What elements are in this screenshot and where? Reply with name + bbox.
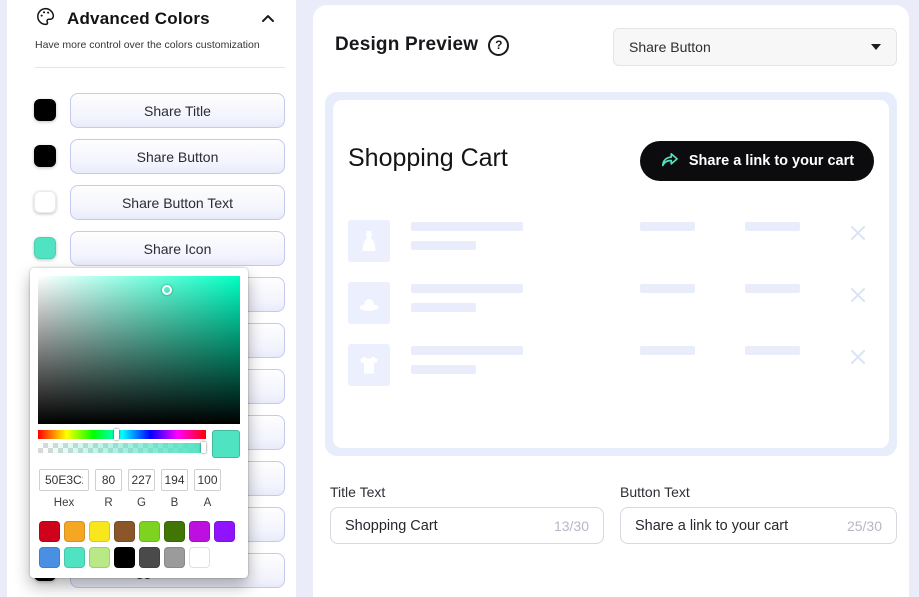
share-button-label: Share a link to your cart (688, 153, 855, 169)
hex-input[interactable] (39, 469, 89, 491)
remove-item-icon[interactable] (845, 282, 871, 308)
skeleton-bar (640, 284, 695, 293)
preset-color-swatch[interactable] (64, 547, 85, 568)
caret-down-icon (871, 44, 881, 50)
red-label: R (104, 497, 113, 509)
preset-color-swatch[interactable] (164, 547, 185, 568)
preset-color-swatch[interactable] (164, 521, 185, 542)
preset-color-swatch[interactable] (139, 521, 160, 542)
current-color-swatch (212, 430, 240, 458)
cart-item-row (333, 282, 889, 324)
cart-item-row (333, 220, 889, 262)
hue-slider-handle[interactable] (113, 429, 119, 440)
title-char-counter: 13/30 (553, 517, 589, 534)
skeleton-bar (411, 284, 523, 293)
palette-icon (35, 6, 56, 32)
hat-icon (348, 282, 390, 324)
alpha-label: A (203, 497, 212, 509)
preset-color-swatch[interactable] (114, 521, 135, 542)
divider (35, 67, 285, 68)
color-row-share-title: Share Title (7, 93, 296, 128)
share-title-button[interactable]: Share Title (70, 93, 285, 128)
skeleton-bar (411, 241, 476, 250)
title-text-field: 13/30 (330, 507, 604, 544)
design-preview-panel: Design Preview ? Share Button Shopping C… (313, 5, 909, 597)
hex-label: Hex (53, 497, 75, 509)
remove-item-icon[interactable] (845, 344, 871, 370)
skeleton-bar (411, 365, 476, 374)
color-swatch[interactable] (34, 99, 56, 121)
color-picker-popup: Hex R G B A (30, 268, 248, 578)
skeleton-bar (745, 346, 800, 355)
preset-color-swatch[interactable] (64, 521, 85, 542)
title-text-input[interactable] (345, 517, 546, 534)
preset-color-swatch[interactable] (114, 547, 135, 568)
color-row-share-button-text: Share Button Text (7, 185, 296, 220)
color-swatch[interactable] (34, 237, 56, 259)
saturation-area[interactable] (38, 276, 240, 424)
share-arrow-icon (660, 150, 680, 173)
preset-color-swatch[interactable] (39, 521, 60, 542)
blue-input[interactable] (161, 469, 188, 491)
remove-item-icon[interactable] (845, 220, 871, 246)
page-title: Design Preview (335, 34, 479, 55)
button-text-label: Button Text (620, 484, 690, 500)
share-button-button[interactable]: Share Button (70, 139, 285, 174)
alpha-slider[interactable] (38, 442, 206, 453)
red-input[interactable] (95, 469, 122, 491)
preset-color-swatch[interactable] (89, 547, 110, 568)
help-icon[interactable]: ? (488, 34, 510, 56)
color-row-share-icon: Share Icon (7, 231, 296, 266)
skeleton-bar (411, 303, 476, 312)
share-icon-button[interactable]: Share Icon (70, 231, 285, 266)
button-char-counter: 25/30 (846, 517, 882, 534)
panel-header: Advanced Colors (35, 6, 278, 32)
share-cart-button[interactable]: Share a link to your cart (640, 141, 874, 181)
preview-card: Shopping Cart Share a link to your cart (325, 92, 897, 456)
skeleton-bar (411, 346, 523, 355)
blue-label: B (170, 497, 179, 509)
cart-item-row (333, 344, 889, 386)
skeleton-bar (745, 222, 800, 231)
preview-target-dropdown[interactable]: Share Button (613, 28, 897, 66)
tshirt-icon (348, 344, 390, 386)
hue-slider[interactable] (38, 429, 206, 440)
preset-color-swatch[interactable] (189, 521, 210, 542)
skeleton-bar (640, 346, 695, 355)
alpha-input[interactable] (194, 469, 221, 491)
preset-color-swatch[interactable] (214, 521, 235, 542)
skeleton-bar (640, 222, 695, 231)
button-text-input[interactable] (635, 517, 839, 534)
panel-subtitle: Have more control over the colors custom… (35, 39, 260, 51)
skeleton-bar (745, 284, 800, 293)
title-text-label: Title Text (330, 484, 386, 500)
preset-swatches (38, 521, 240, 570)
color-row-share-button: Share Button (7, 139, 296, 174)
preset-color-swatch[interactable] (39, 547, 60, 568)
alpha-slider-handle[interactable] (200, 442, 206, 453)
preset-color-swatch[interactable] (89, 521, 110, 542)
saturation-cursor[interactable] (161, 285, 172, 296)
share-button-text-button[interactable]: Share Button Text (70, 185, 285, 220)
color-swatch[interactable] (34, 145, 56, 167)
green-input[interactable] (128, 469, 155, 491)
panel-title: Advanced Colors (67, 9, 210, 28)
preset-color-swatch[interactable] (189, 547, 210, 568)
dropdown-value: Share Button (629, 39, 711, 55)
dress-icon (348, 220, 390, 262)
preset-color-swatch[interactable] (139, 547, 160, 568)
button-text-field: 25/30 (620, 507, 897, 544)
chevron-up-icon[interactable] (258, 9, 278, 29)
green-label: G (137, 497, 146, 509)
skeleton-bar (411, 222, 523, 231)
cart-title: Shopping Cart (348, 144, 508, 172)
color-swatch[interactable] (34, 191, 56, 213)
